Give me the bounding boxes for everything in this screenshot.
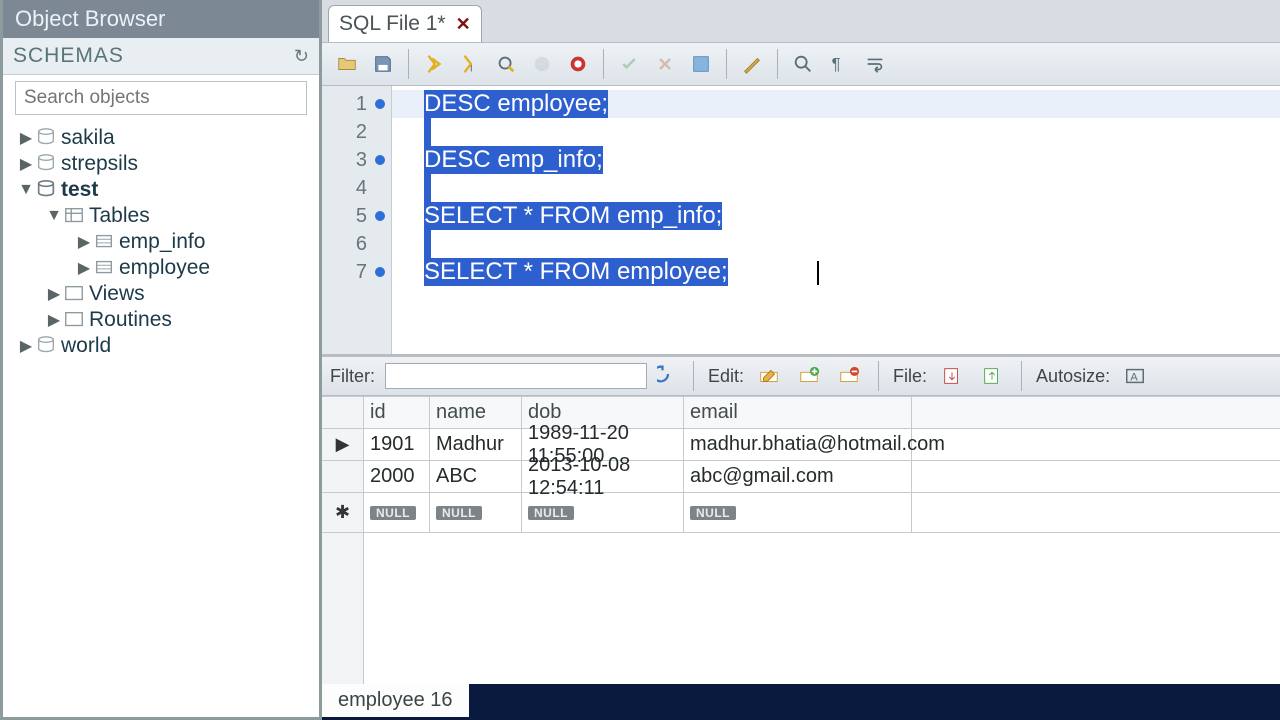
marker-icon [375,267,385,277]
tree-item-strepsils[interactable]: ▶ strepsils [3,151,319,177]
folder-icon [63,283,85,305]
database-icon [35,179,57,201]
status-bar: employee 16 [322,684,1280,720]
table-icon [93,231,115,253]
find-icon[interactable] [788,49,818,79]
invisible-chars-icon[interactable]: ¶ [824,49,854,79]
tree-item-views[interactable]: ▶ Views [3,281,319,307]
text-caret [817,261,819,285]
filter-label: Filter: [330,366,375,387]
tree-item-employee[interactable]: ▶ employee [3,255,319,281]
word-wrap-icon[interactable] [860,49,890,79]
null-badge: NULL [370,506,416,520]
expand-icon[interactable]: ▶ [17,336,35,356]
svg-text:I: I [470,63,473,73]
delete-row-icon[interactable] [834,361,864,391]
editor-panel: SQL File 1* ✕ I ¶ 1 2 3 4 5 6 7 [322,0,1280,720]
beautify-icon[interactable] [737,49,767,79]
database-icon [35,335,57,357]
tab-sql-file[interactable]: SQL File 1* ✕ [328,5,482,42]
status-tab[interactable]: employee 16 [322,684,469,717]
add-row-icon[interactable] [794,361,824,391]
grid-row-new[interactable]: NULL NULL NULL NULL [364,493,1280,533]
apply-filter-icon[interactable] [657,363,679,390]
expand-icon[interactable]: ▶ [17,128,35,148]
marker-icon [375,99,385,109]
tree-item-test[interactable]: ▼ test [3,177,319,203]
svg-text:¶: ¶ [832,56,841,74]
tree-item-tables[interactable]: ▼ Tables [3,203,319,229]
null-badge: NULL [690,506,736,520]
result-toolbar: Filter: Edit: File: Autosize: A [322,356,1280,396]
sql-editor[interactable]: 1 2 3 4 5 6 7 DESC employee; DESC emp_in… [322,86,1280,356]
svg-text:A: A [1131,372,1139,384]
expand-icon[interactable]: ▶ [17,154,35,174]
grid-row[interactable]: 1901 Madhur 1989-11-20 11:55:00 madhur.b… [364,429,1280,461]
stop-error-icon[interactable] [563,49,593,79]
autosize-icon[interactable]: A [1120,361,1150,391]
rollback-icon[interactable] [650,49,680,79]
table-icon [93,257,115,279]
autosize-label: Autosize: [1036,366,1110,387]
schemas-label: SCHEMAS [13,44,124,68]
tab-bar: SQL File 1* ✕ [322,0,1280,42]
expand-icon[interactable]: ▶ [45,310,63,330]
commit-icon[interactable] [614,49,644,79]
expand-icon[interactable]: ▶ [75,232,93,252]
marker-icon [375,211,385,221]
col-name[interactable]: name [430,397,522,428]
collapse-icon[interactable]: ▼ [45,207,63,225]
col-email[interactable]: email [684,397,912,428]
schemas-header: SCHEMAS ↻ [3,38,319,75]
tree-item-routines[interactable]: ▶ Routines [3,307,319,333]
search-input[interactable] [15,81,307,115]
tree-item-world[interactable]: ▶ world [3,333,319,359]
explain-icon[interactable] [491,49,521,79]
filter-input[interactable] [385,363,647,389]
file-label: File: [893,366,927,387]
tree-item-emp-info[interactable]: ▶ emp_info [3,229,319,255]
collapse-icon[interactable]: ▼ [17,181,35,199]
grid-header[interactable]: id name dob email [364,397,1280,429]
expand-icon[interactable]: ▶ [75,258,93,278]
editor-toolbar: I ¶ [322,42,1280,86]
grid-row[interactable]: 2000 ABC 2013-10-08 12:54:11 abc@gmail.c… [364,461,1280,493]
folder-icon [63,205,85,227]
tab-label: SQL File 1* [339,12,446,36]
save-icon[interactable] [368,49,398,79]
folder-icon [63,309,85,331]
database-icon [35,153,57,175]
autocommit-icon[interactable] [686,49,716,79]
object-browser-title: Object Browser [3,0,319,38]
import-icon[interactable] [977,361,1007,391]
object-browser-panel: Object Browser SCHEMAS ↻ ▶ sakila ▶ stre… [0,0,322,720]
database-icon [35,127,57,149]
open-file-icon[interactable] [332,49,362,79]
stop-icon[interactable] [527,49,557,79]
edit-row-icon[interactable] [754,361,784,391]
execute-current-icon[interactable]: I [455,49,485,79]
null-badge: NULL [436,506,482,520]
export-icon[interactable] [937,361,967,391]
schema-tree: ▶ sakila ▶ strepsils ▼ test ▼ Tables ▶ e… [3,121,319,717]
edit-label: Edit: [708,366,744,387]
close-icon[interactable]: ✕ [456,14,471,35]
line-gutter: 1 2 3 4 5 6 7 [322,86,392,354]
tree-item-sakila[interactable]: ▶ sakila [3,125,319,151]
result-grid[interactable]: ▶ ✱ id name dob email 1901 Madhur 1989-1… [322,396,1280,684]
current-row-indicator: ▶ [322,429,363,461]
marker-icon [375,155,385,165]
new-row-indicator: ✱ [322,493,363,533]
null-badge: NULL [528,506,574,520]
col-id[interactable]: id [364,397,430,428]
execute-icon[interactable] [419,49,449,79]
expand-icon[interactable]: ▶ [45,284,63,304]
refresh-icon[interactable]: ↻ [294,46,309,67]
code-area[interactable]: DESC employee; DESC emp_info; SELECT * F… [392,86,1280,354]
